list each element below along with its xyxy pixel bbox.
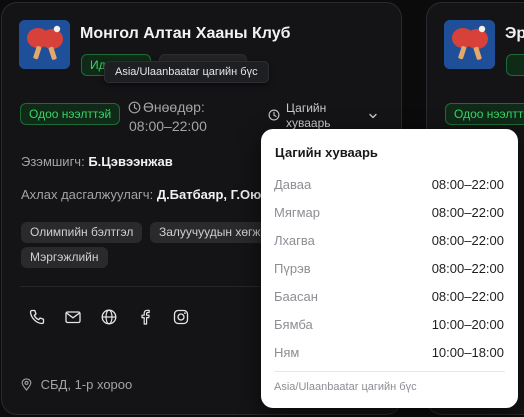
today-hours: Өнөөдөр: 08:00–22:00 bbox=[128, 98, 244, 136]
schedule-popover: Цагийн хуваарь Даваа 08:00–22:00 Мягмар … bbox=[261, 129, 518, 408]
day-hours: 10:00–20:00 bbox=[431, 317, 504, 332]
day-name: Лхагва bbox=[274, 233, 315, 248]
club-title[interactable]: Эрд bbox=[505, 25, 524, 43]
day-name: Бямба bbox=[274, 317, 313, 332]
club-list: Монгол Алтан Хааны Клуб Ид Asia/Ulaanbaa… bbox=[0, 0, 524, 417]
owner-line: Эзэмшигч: Б.Цэвээнжав bbox=[21, 154, 173, 169]
schedule-row: Лхагва 08:00–22:00 bbox=[274, 233, 504, 251]
category-badge bbox=[506, 54, 524, 76]
schedule-button-label: Цагийн хуваарь bbox=[286, 101, 331, 130]
club-title[interactable]: Монгол Алтан Хааны Клуб bbox=[80, 25, 291, 43]
day-name: Мягмар bbox=[274, 205, 321, 220]
tag-chip: Олимпийн бэлтгэл bbox=[21, 222, 143, 243]
open-status-badge: Одоо нээлттэй bbox=[20, 103, 121, 125]
location-line: СБД, 1-р хороо bbox=[21, 377, 132, 392]
schedule-row: Мягмар 08:00–22:00 bbox=[274, 205, 504, 223]
day-name: Даваа bbox=[274, 177, 312, 192]
popover-divider bbox=[274, 371, 505, 372]
schedule-row: Бямба 10:00–20:00 bbox=[274, 317, 504, 335]
club-logo bbox=[444, 20, 495, 69]
coach-value: Д.Батбаяр, Г.Оюу bbox=[156, 187, 269, 202]
day-hours: 10:00–18:00 bbox=[431, 345, 504, 360]
owner-value: Б.Цэвээнжав bbox=[88, 154, 173, 169]
instagram-icon[interactable] bbox=[172, 308, 190, 326]
club-logo bbox=[19, 20, 70, 69]
timezone-tooltip: Asia/Ulaanbaatar цагийн бүс bbox=[104, 61, 269, 83]
globe-icon[interactable] bbox=[100, 308, 118, 326]
facebook-icon[interactable] bbox=[136, 308, 154, 326]
chevron-down-icon bbox=[369, 113, 377, 119]
clock-icon bbox=[268, 109, 280, 121]
table-tennis-logo-icon bbox=[444, 20, 495, 69]
day-name: Пүрэв bbox=[274, 261, 311, 276]
coach-label: Ахлах дасгалжуулагч: bbox=[21, 187, 154, 202]
day-hours: 08:00–22:00 bbox=[431, 261, 504, 276]
timezone-note: Asia/Ulaanbaatar цагийн бүс bbox=[274, 381, 417, 393]
open-status-badge: Одоо нээлттэй bbox=[445, 103, 524, 125]
schedule-row: Ням 10:00–18:00 bbox=[274, 345, 504, 363]
day-hours: 08:00–22:00 bbox=[431, 289, 504, 304]
schedule-row: Баасан 08:00–22:00 bbox=[274, 289, 504, 307]
schedule-row: Даваа 08:00–22:00 bbox=[274, 177, 504, 195]
schedule-row: Пүрэв 08:00–22:00 bbox=[274, 261, 504, 279]
table-tennis-logo-icon bbox=[19, 20, 70, 69]
coach-line: Ахлах дасгалжуулагч: Д.Батбаяр, Г.Оюу bbox=[21, 187, 268, 202]
mail-icon[interactable] bbox=[64, 308, 82, 326]
tag-chip: Залуучуудын хөгжил bbox=[150, 222, 265, 243]
clock-icon bbox=[128, 101, 141, 114]
day-hours: 08:00–22:00 bbox=[431, 233, 504, 248]
phone-icon[interactable] bbox=[28, 308, 46, 326]
location-text: СБД, 1-р хороо bbox=[40, 377, 133, 392]
map-pin-icon bbox=[21, 378, 32, 391]
day-hours: 08:00–22:00 bbox=[431, 177, 504, 192]
owner-label: Эзэмшигч: bbox=[21, 154, 85, 169]
today-hours-text: Өнөөдөр: 08:00–22:00 bbox=[129, 99, 207, 134]
popover-title: Цагийн хуваарь bbox=[275, 145, 378, 160]
day-name: Баасан bbox=[274, 289, 318, 304]
day-hours: 08:00–22:00 bbox=[431, 205, 504, 220]
tag-chip: Мэргэжлийн bbox=[21, 247, 108, 268]
day-name: Ням bbox=[274, 345, 300, 360]
